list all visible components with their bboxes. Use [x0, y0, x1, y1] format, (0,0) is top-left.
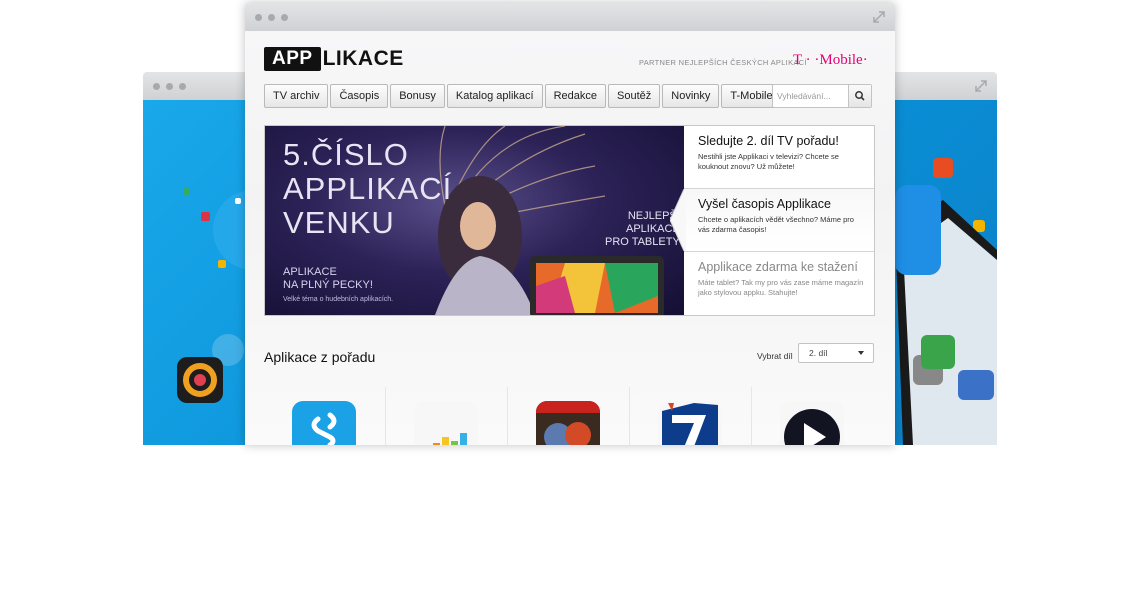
expand-icon[interactable]	[975, 80, 987, 92]
app-item[interactable]	[630, 387, 752, 445]
episode-select-value: 2. díl	[809, 348, 828, 358]
foreground-browser-window: APP LIKACE PARTNER NEJLEPŠÍCH ČESKÝCH AP…	[245, 3, 895, 445]
app-item[interactable]	[264, 387, 386, 445]
window-titlebar	[245, 3, 895, 31]
expand-icon[interactable]	[873, 11, 885, 23]
window-dot	[281, 14, 288, 21]
nav-soutez[interactable]: Soutěž	[608, 84, 661, 108]
feature-title: Sledujte 2. díl TV pořadu!	[698, 134, 839, 148]
episode-select-label: Vybrat díl	[757, 351, 793, 361]
banner-sub-line: NA PLNÝ PECKY!	[283, 279, 373, 291]
episode-select[interactable]: 2. díl	[798, 343, 874, 363]
feature-text: Máte tablet? Tak my pro vás zase máme ma…	[698, 278, 864, 297]
nav-bonusy[interactable]: Bonusy	[390, 84, 445, 108]
window-dot	[268, 14, 275, 21]
banner-headline-line: APPLIKACÍ	[283, 171, 453, 206]
shazam-icon	[292, 401, 356, 445]
logo-rest-text: LIKACE	[322, 47, 404, 70]
window-dot	[179, 83, 186, 90]
banner-subheadline: APLIKACE NA PLNÝ PECKY!	[283, 266, 373, 292]
banner-headline: 5.ČÍSLO APPLIKACÍ VENKU	[283, 138, 452, 240]
chevron-down-icon	[858, 351, 864, 355]
search-icon	[855, 91, 865, 101]
nav-novinky[interactable]: Novinky	[662, 84, 720, 108]
magazine-banner[interactable]: 5.ČÍSLO APPLIKACÍ VENKU NEJLEPŠÍ APLIKAC…	[265, 126, 684, 315]
search-input[interactable]: Vyhledávání...	[777, 85, 831, 107]
window-dot	[166, 83, 173, 90]
nav-tv-archiv[interactable]: TV archiv	[264, 84, 329, 108]
nav-redakce[interactable]: Redakce	[544, 84, 607, 108]
feature-tv-show[interactable]: Sledujte 2. díl TV pořadu! Nestihli jste…	[684, 126, 874, 189]
app-item[interactable]	[508, 387, 630, 445]
nav-casopis[interactable]: Časopis	[330, 84, 389, 108]
active-pointer-icon	[670, 189, 686, 251]
hero-section: 5.ČÍSLO APPLIKACÍ VENKU NEJLEPŠÍ APLIKAC…	[264, 125, 875, 316]
video-player-icon	[780, 401, 844, 445]
partner-text: PARTNER NEJLEPŠÍCH ČESKÝCH APLIKACÍ	[639, 58, 807, 67]
site-logo[interactable]: APP LIKACE	[264, 47, 404, 71]
seven-icon	[658, 401, 722, 445]
logo-box-text: APP	[264, 47, 321, 71]
banner-tablet-line: PRO TABLETY	[605, 236, 680, 248]
banner-tablet-line: NEJLEPŠÍ	[627, 210, 680, 222]
banner-headline-line: 5.ČÍSLO	[283, 137, 409, 172]
app-item[interactable]	[386, 387, 508, 445]
window-dot	[255, 14, 262, 21]
feature-text: Chcete o aplikacích vědět všechno? Máme …	[698, 215, 854, 234]
feature-magazine[interactable]: Vyšel časopis Applikace Chcete o aplikac…	[670, 189, 874, 252]
marvel-icon	[536, 401, 600, 445]
nav-katalog-aplikaci[interactable]: Katalog aplikací	[446, 84, 543, 108]
window-dot	[153, 83, 160, 90]
app-list	[264, 387, 873, 445]
banner-tablet-line: APLIKACE	[625, 223, 680, 235]
window-dots	[153, 83, 186, 90]
feature-title: Applikace zdarma ke stažení	[698, 260, 858, 274]
banner-tablet-text: NEJLEPŠÍ APLIKACE PRO TABLETY	[605, 210, 680, 249]
section-title: Aplikace z pořadu	[264, 349, 376, 365]
app-item[interactable]	[752, 387, 873, 445]
banner-headline-line: VENKU	[283, 205, 395, 240]
search-box[interactable]: Vyhledávání...	[772, 84, 872, 108]
website-page: APP LIKACE PARTNER NEJLEPŠÍCH ČESKÝCH AP…	[245, 31, 895, 445]
tmobile-logo[interactable]: T · ·Mobile·	[793, 52, 868, 69]
feature-free-app[interactable]: Applikace zdarma ke stažení Máte tablet?…	[684, 252, 874, 314]
feature-text: Nestihli jste Applikaci v televizi? Chce…	[698, 152, 839, 171]
banner-sub-line: APLIKACE	[283, 266, 337, 278]
main-navigation: TV archiv Časopis Bonusy Katalog aplikac…	[264, 84, 782, 108]
window-dots	[255, 14, 288, 21]
feature-title: Vyšel časopis Applikace	[698, 197, 831, 211]
banner-caption: Velké téma o hudebních aplikacích.	[283, 296, 394, 303]
deezer-icon	[414, 401, 478, 445]
search-button[interactable]	[848, 85, 871, 107]
